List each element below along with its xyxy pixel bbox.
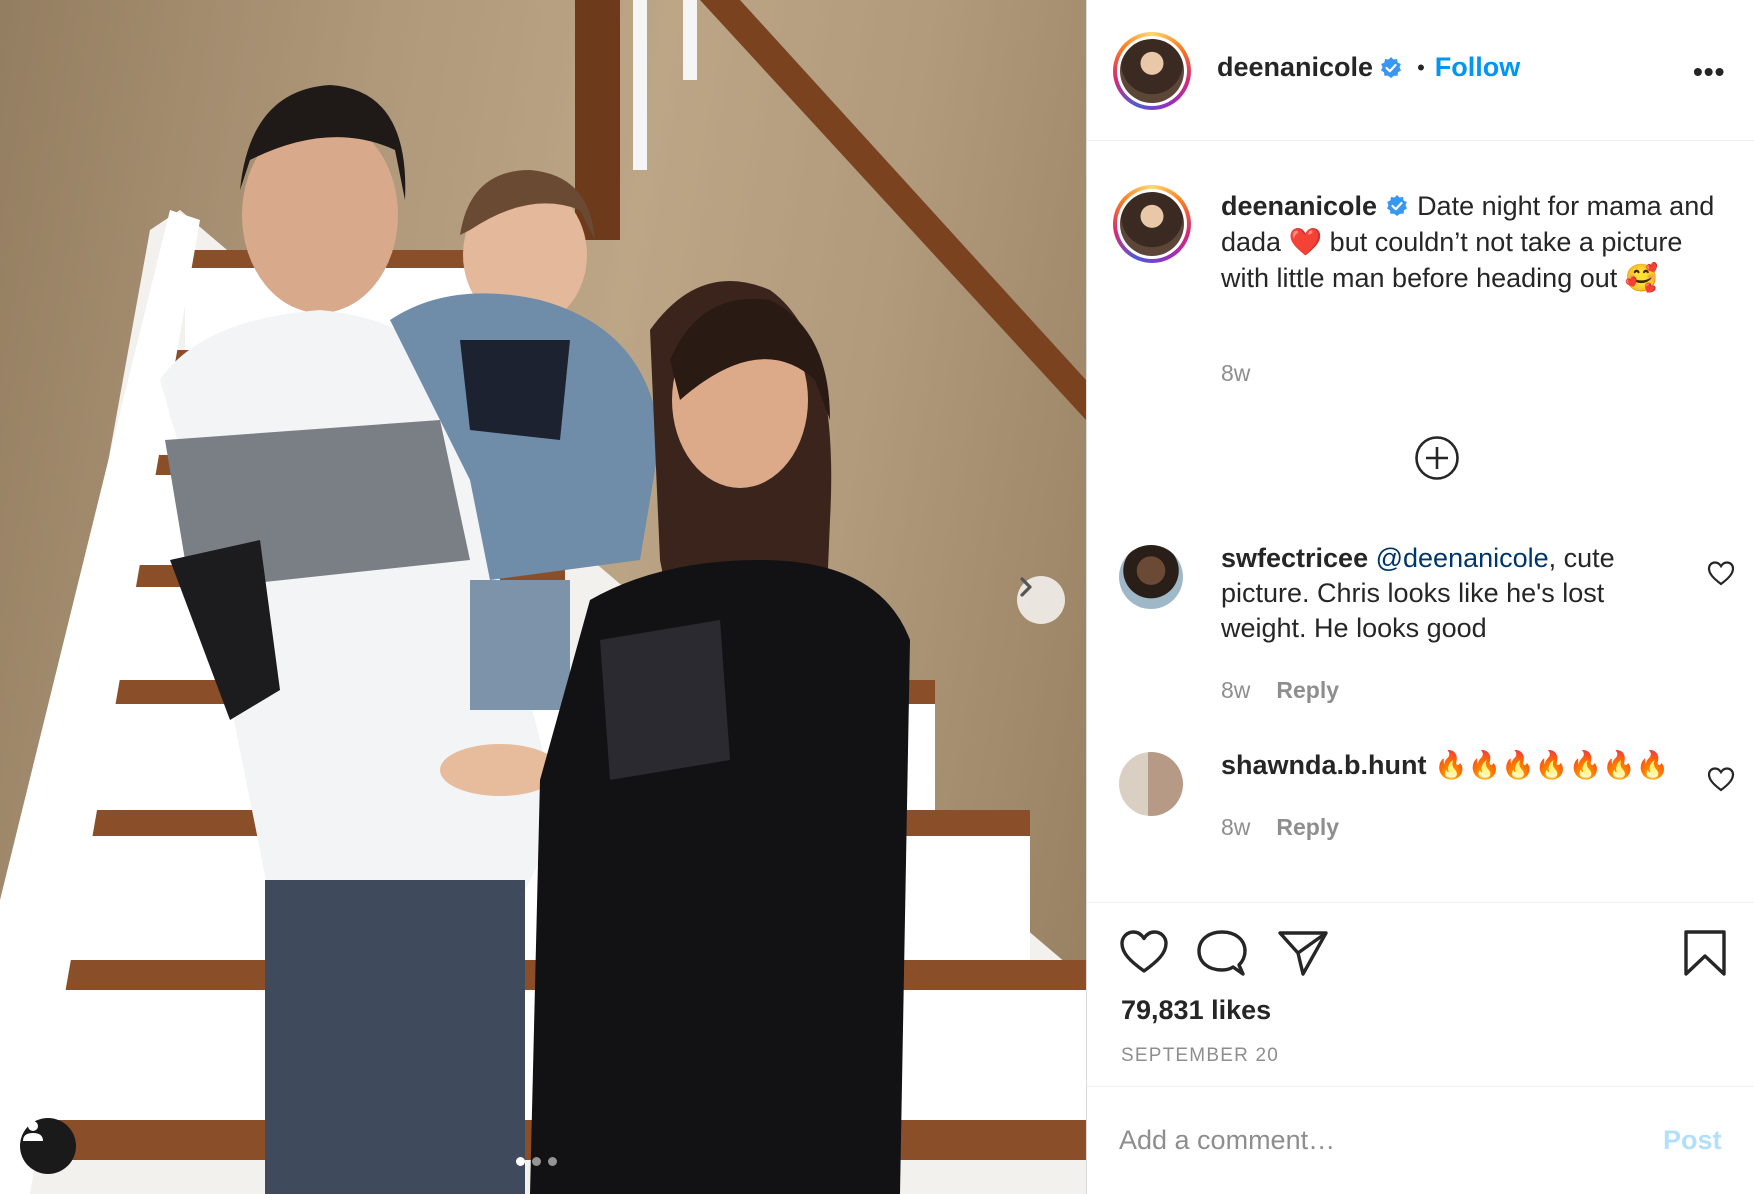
reply-button[interactable]: Reply [1276, 677, 1339, 704]
share-send-icon[interactable] [1277, 929, 1329, 977]
author-avatar[interactable] [1113, 32, 1191, 110]
comment-username[interactable]: swfectricee [1221, 543, 1368, 573]
bookmark-save-icon[interactable] [1683, 929, 1727, 977]
comment-meta: 8w Reply [1221, 677, 1339, 704]
comment-item: shawnda.b.hunt 🔥🔥🔥🔥🔥🔥🔥 [1221, 748, 1691, 783]
carousel-indicator [516, 1157, 557, 1166]
caption-username[interactable]: deenanicole [1221, 191, 1377, 221]
post-details-panel: deenanicole • Follow ••• deenanicole Dat… [1086, 0, 1754, 1194]
carousel-dot [548, 1157, 557, 1166]
post-actions: 79,831 likes SEPTEMBER 20 [1087, 902, 1754, 1086]
verified-badge-icon [1381, 56, 1402, 78]
comment-item: swfectricee @deenanicole, cute picture. … [1221, 541, 1691, 646]
comment-like-heart-icon[interactable] [1707, 560, 1735, 586]
comment-bubble-icon[interactable] [1197, 929, 1247, 977]
header-separator: • [1417, 54, 1425, 80]
reply-button[interactable]: Reply [1276, 814, 1339, 841]
comment-timestamp[interactable]: 8w [1221, 814, 1250, 841]
user-icon [23, 1121, 43, 1141]
like-heart-icon[interactable] [1119, 929, 1169, 975]
photo-illustration [0, 0, 1086, 1194]
caption-timestamp[interactable]: 8w [1221, 360, 1250, 387]
add-comment-bar: Post [1087, 1086, 1754, 1194]
comment-mention[interactable]: @deenanicole [1376, 543, 1549, 573]
add-comment-input[interactable] [1119, 1115, 1639, 1165]
post-header: deenanicole • Follow ••• [1087, 0, 1754, 141]
tagged-users-button[interactable] [20, 1118, 76, 1174]
post-comment-button[interactable]: Post [1663, 1125, 1722, 1156]
more-options-icon[interactable]: ••• [1693, 58, 1725, 86]
header-user-row: deenanicole • Follow [1217, 52, 1520, 83]
commenter-avatar[interactable] [1119, 752, 1183, 816]
caption-author-avatar-image [1120, 192, 1184, 256]
author-username[interactable]: deenanicole [1217, 52, 1373, 83]
carousel-dot-active [516, 1157, 525, 1166]
post-caption: deenanicole Date night for mama and dada… [1221, 188, 1721, 296]
comment-like-heart-icon[interactable] [1707, 766, 1735, 792]
author-avatar-image [1120, 39, 1184, 103]
verified-badge-icon [1387, 195, 1408, 216]
plus-circle-icon[interactable] [1414, 435, 1460, 481]
commenter-avatar[interactable] [1119, 545, 1183, 609]
comment-text: 🔥🔥🔥🔥🔥🔥🔥 [1434, 750, 1670, 780]
next-slide-button[interactable] [1017, 576, 1065, 624]
chevron-right-icon [1020, 577, 1032, 597]
follow-button[interactable]: Follow [1435, 52, 1520, 83]
carousel-dot [532, 1157, 541, 1166]
comment-meta: 8w Reply [1221, 814, 1339, 841]
caption-author-avatar[interactable] [1113, 185, 1191, 263]
comment-username[interactable]: shawnda.b.hunt [1221, 750, 1427, 780]
likes-count[interactable]: 79,831 likes [1121, 995, 1271, 1026]
post-photo[interactable] [0, 0, 1086, 1194]
post-date[interactable]: SEPTEMBER 20 [1121, 1045, 1279, 1067]
comment-timestamp[interactable]: 8w [1221, 677, 1250, 704]
